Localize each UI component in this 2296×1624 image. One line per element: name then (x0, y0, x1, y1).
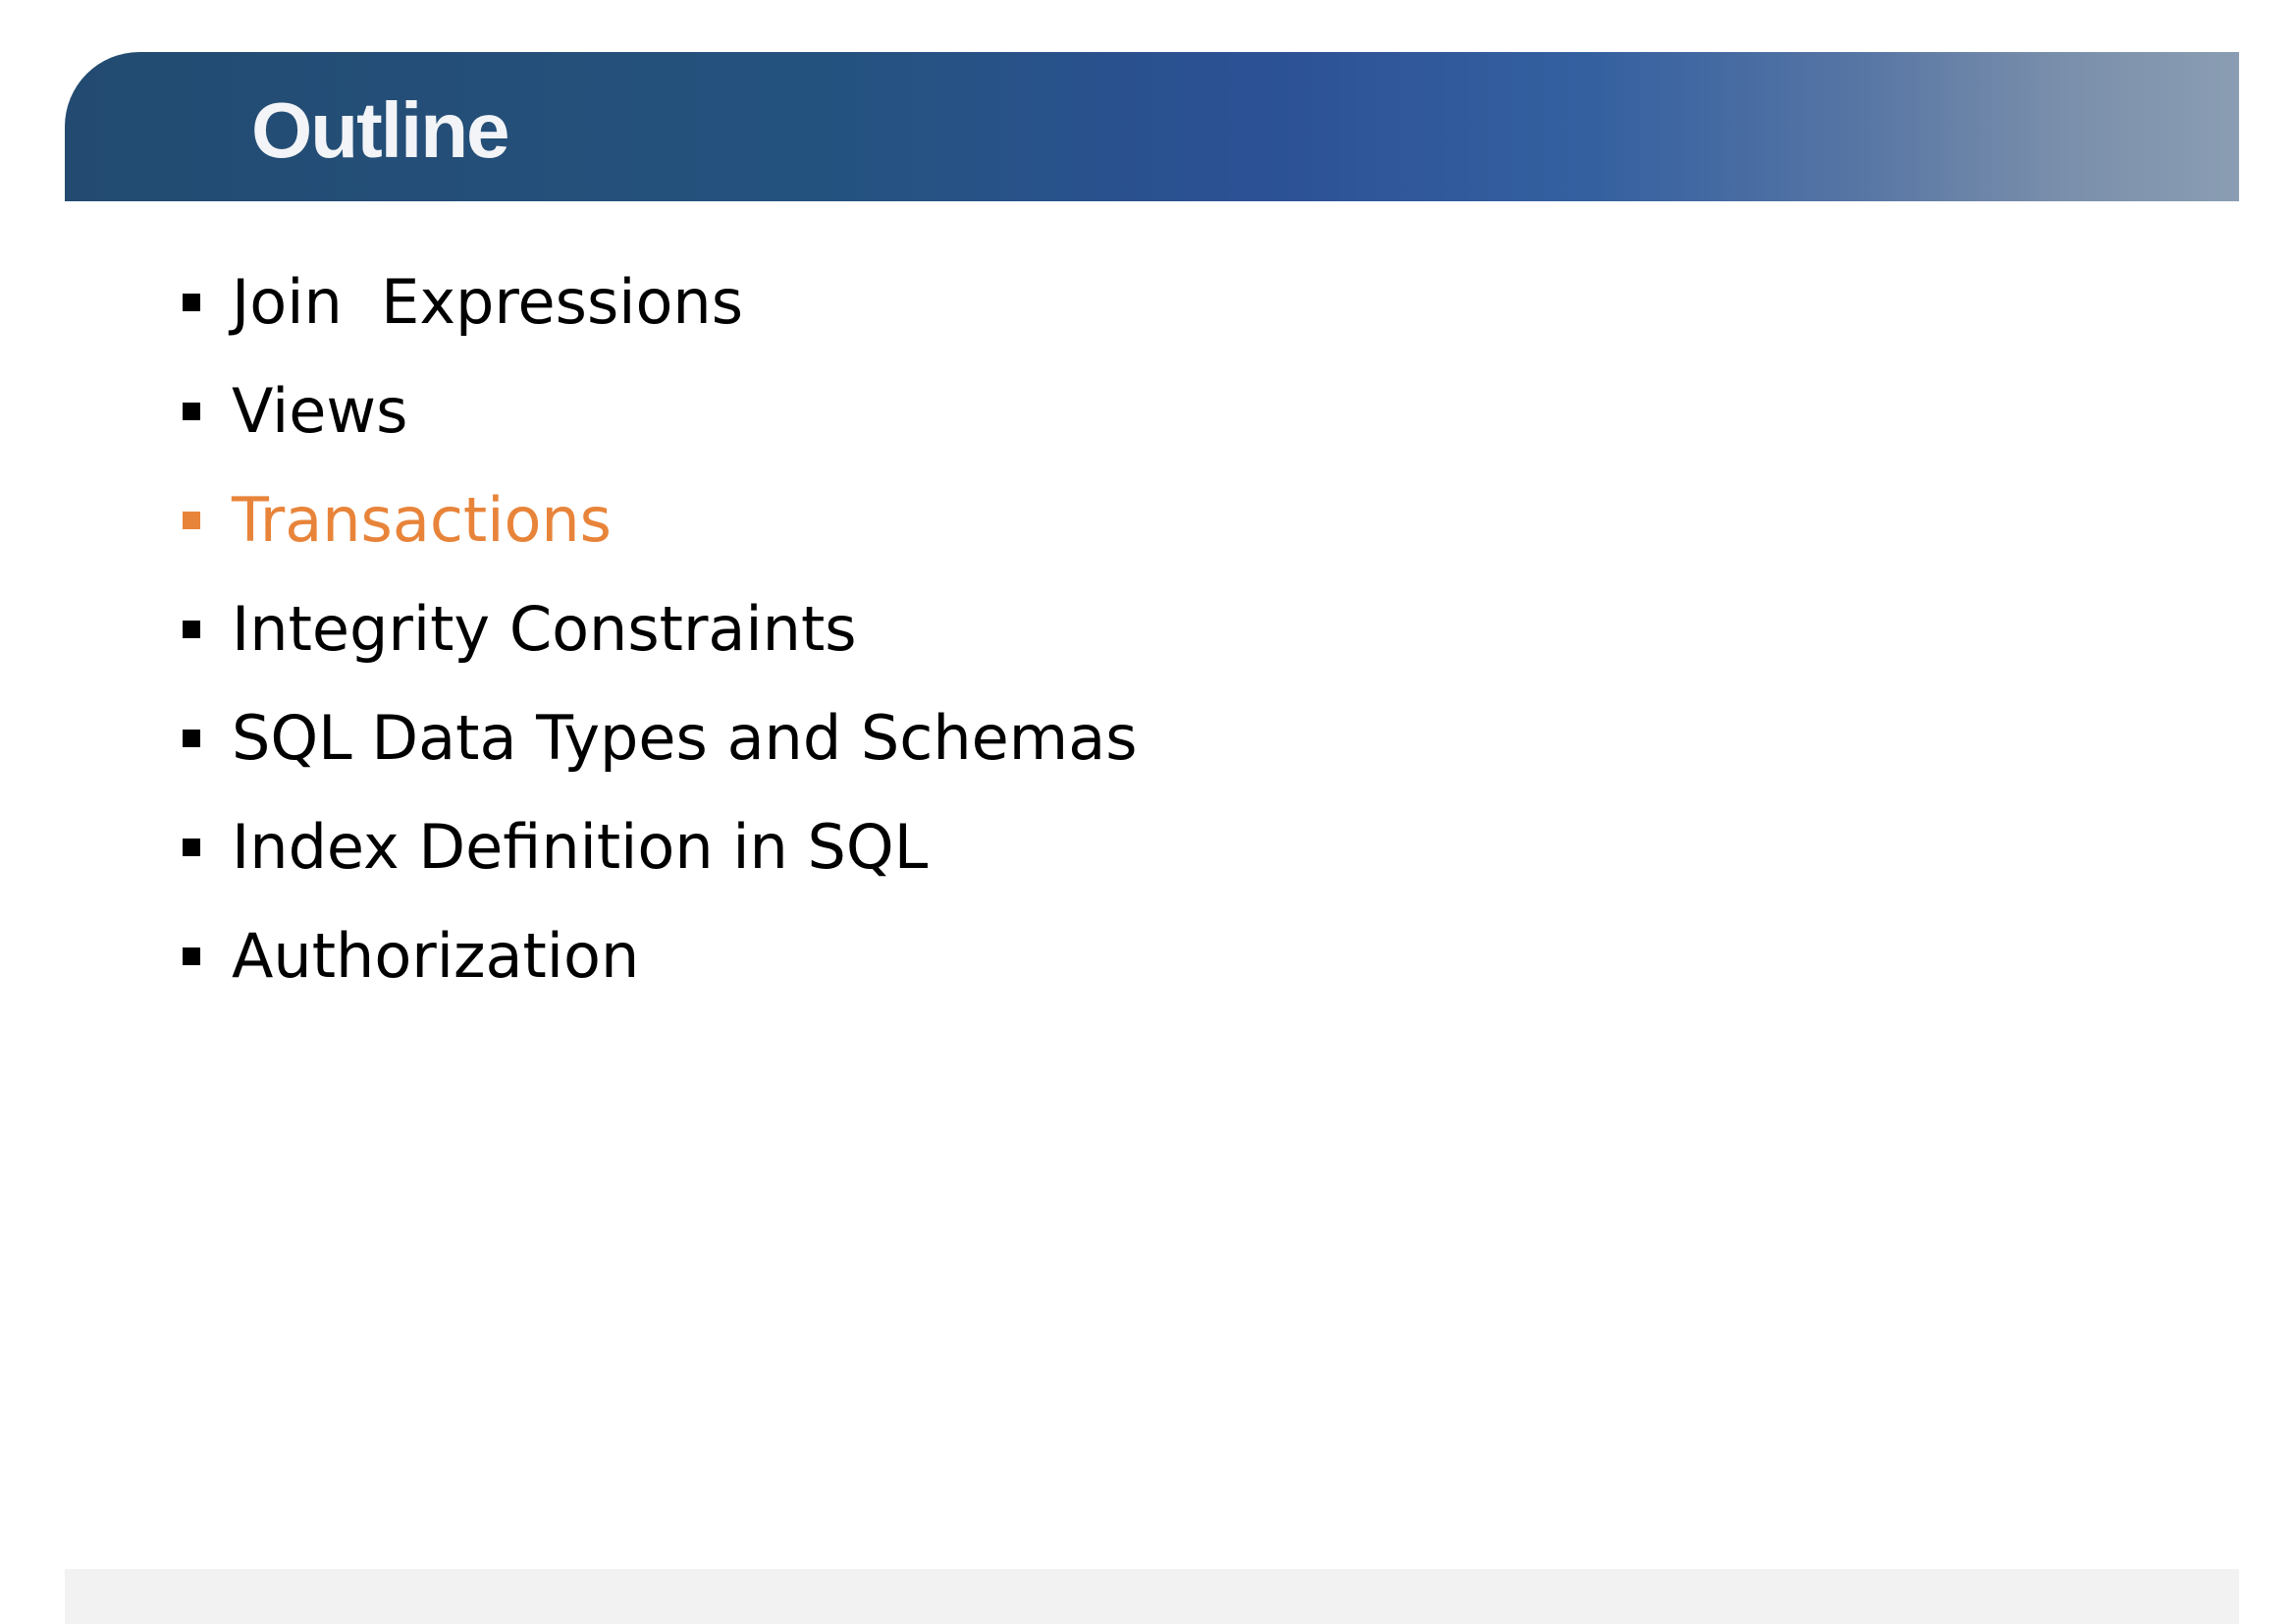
square-bullet-icon (183, 620, 200, 638)
outline-item-views: Views (183, 356, 1138, 465)
outline-item-integrity-constraints: Integrity Constraints (183, 574, 1138, 683)
outline-item-label: Join Expressions (232, 266, 744, 338)
outline-item-label: SQL Data Types and Schemas (232, 702, 1138, 774)
outline-item-label: Index Definition in SQL (232, 811, 929, 883)
outline-list: Join Expressions Views Transactions Inte… (183, 247, 1138, 1010)
outline-item-label: Transactions (232, 484, 612, 556)
outline-item-transactions: Transactions (183, 465, 1138, 574)
square-bullet-icon (183, 293, 200, 311)
outline-item-authorization: Authorization (183, 901, 1138, 1010)
outline-item-sql-data-types: SQL Data Types and Schemas (183, 683, 1138, 792)
slide-footer-bar (65, 1569, 2239, 1624)
outline-item-index-definition: Index Definition in SQL (183, 792, 1138, 901)
square-bullet-icon (183, 511, 200, 529)
outline-item-label: Views (232, 375, 408, 447)
outline-item-label: Authorization (232, 920, 640, 992)
slide-title: Outline (251, 86, 510, 174)
square-bullet-icon (183, 838, 200, 856)
outline-item-join-expressions: Join Expressions (183, 247, 1138, 356)
outline-item-label: Integrity Constraints (232, 593, 857, 665)
square-bullet-icon (183, 729, 200, 747)
slide-header-bar: Outline (65, 52, 2239, 201)
square-bullet-icon (183, 947, 200, 965)
square-bullet-icon (183, 402, 200, 420)
